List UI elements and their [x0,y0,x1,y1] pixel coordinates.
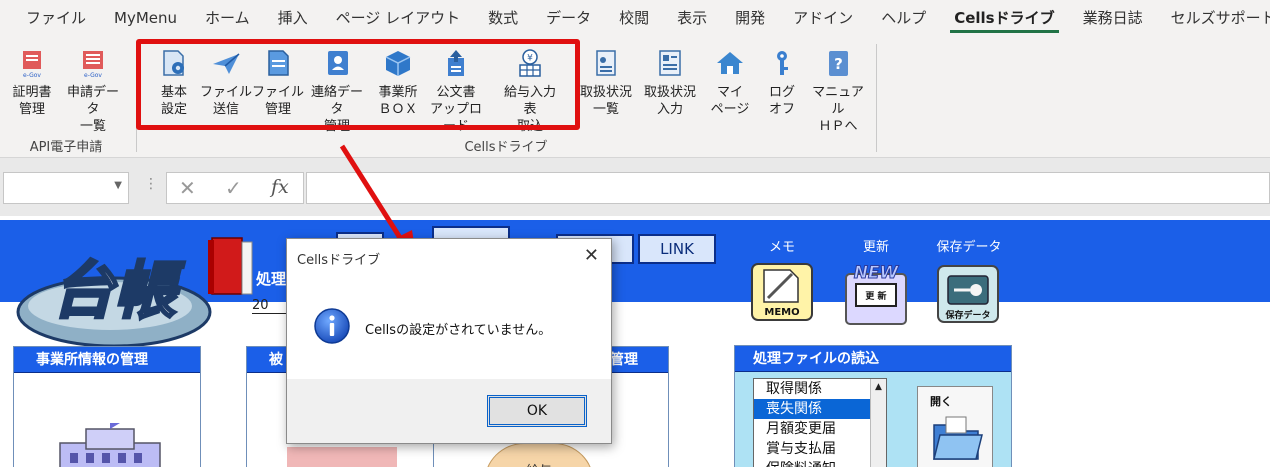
building-icon[interactable] [50,423,170,467]
fx-icon[interactable]: fx [271,176,289,198]
daicho-logo: 台帳 [16,253,212,348]
dialog-message: Cellsの設定がされていません。 [365,323,552,338]
open-label: 開く [930,395,952,408]
file-type-list[interactable]: 取得関係喪失関係月額変更届賞与支払届保険料通知 ▲ [753,378,887,467]
ribbon-button-label: 取扱状況 入力 [643,85,696,117]
svg-text:e-Gov: e-Gov [23,72,41,78]
manual-icon: ? [829,51,848,76]
tab-12[interactable]: Cellsドライブ [940,0,1068,36]
status-input-icon [659,50,681,76]
dialog-footer: OK [287,379,611,443]
svg-text:e-Gov: e-Gov [84,72,102,78]
egov-certificate-icon: e-Gov [23,51,41,78]
list-item[interactable]: 喪失関係 [754,399,886,419]
status-list-icon [596,50,616,76]
ribbon-tabs: ファイル MyMenu ホーム 挿入 ページ レイアウト 数式 データ 校閲 表示 開発 アドインヘ… [0,0,1270,36]
memo-icon[interactable]: MEMO [750,260,814,324]
tab-4[interactable]: ページ レイアウト [322,0,474,36]
ribbon-button-label: 申請データ 一覧 [66,85,119,134]
tab-11[interactable]: ヘルプ [867,0,940,36]
ribbon-button-api-1[interactable]: e-Gov 申請データ 一覧 [61,44,125,134]
shori-label: 処理 [256,270,287,288]
tab-3[interactable]: 挿入 [264,0,322,36]
tab-0[interactable]: ファイル [12,0,100,36]
tab-14[interactable]: セルズサポート [1157,0,1270,36]
svg-text:更 新: 更 新 [865,290,886,302]
svg-text:?: ? [834,55,843,73]
open-button[interactable]: 開く [917,386,993,467]
ok-button[interactable]: OK [487,395,587,427]
tab-13[interactable]: 業務日誌 [1069,0,1157,36]
update-icon[interactable]: NEW 更 新 [842,260,910,326]
group-label-api: API電子申請 [29,140,103,155]
list-item[interactable]: 賞与支払届 [754,439,886,459]
panel-title: 処理ファイルの読込 [735,346,1011,372]
info-icon [314,308,350,344]
book-icon [208,237,253,295]
tab-9[interactable]: 開発 [721,0,779,36]
worksheet: 台帳 処理 20 LINK メモ MEMO 更新 NEW 更 新 保存データ 保… [0,216,1270,467]
group-label-cells: Cellsドライブ [464,140,548,155]
cancel-icon[interactable]: ✕ [179,176,196,200]
save-caption: 保存データ [936,240,1002,255]
red-highlight-box [136,39,580,130]
ribbon-button-cells-8[interactable]: 取扱状況 入力 [638,44,702,128]
tab-10[interactable]: アドイン [779,0,867,36]
formula-bar-grip: ⋮ [144,176,158,192]
file-load-panel: 処理ファイルの読込 取得関係喪失関係月額変更届賞与支払届保険料通知 ▲ 開く [734,345,1012,467]
ribbon-button-api-0[interactable]: e-Gov 証明書 管理 [0,44,64,128]
enter-icon[interactable]: ✓ [225,176,242,200]
logo-text: 台帳 [52,254,185,327]
svg-text:MEMO: MEMO [764,307,799,318]
message-dialog: Cellsドライブ ✕ Cellsの設定がされていません。 OK [286,238,612,444]
egov-list-icon: e-Gov [83,51,103,78]
ribbon-button-label: 証明書 管理 [12,85,52,117]
ribbon-button-cells-11[interactable]: ? マニュアル ＨＰへ [806,44,870,134]
formula-input[interactable] [306,172,1270,204]
formula-bar: ▼ ⋮ ✕ ✓ fx [0,158,1270,216]
svg-text:保存データ: 保存データ [944,309,990,321]
formula-buttons: ✕ ✓ fx [166,172,304,204]
tab-6[interactable]: データ [532,0,605,36]
ribbon-button-cells-10[interactable]: ログ オフ [750,44,814,128]
close-icon[interactable]: ✕ [584,245,599,266]
salary-icon[interactable]: 給与 [484,443,594,467]
list-item[interactable]: 取得関係 [754,379,886,399]
office-info-panel: 事業所情報の管理 [13,346,201,467]
ribbon-button-label: マニュアル ＨＰへ [812,85,864,134]
home-icon [717,52,743,74]
memo-caption: メモ [768,240,795,255]
list-item[interactable]: 月額変更届 [754,419,886,439]
list-scrollbar[interactable]: ▲ [870,379,886,467]
tab-5[interactable]: 数式 [474,0,532,36]
svg-text:NEW: NEW [854,263,900,283]
ribbon-button-label: 取扱状況 一覧 [579,85,632,117]
chevron-down-icon[interactable]: ▼ [114,180,122,191]
dialog-title: Cellsドライブ [297,253,381,268]
folder-open-icon [933,416,983,460]
group-separator [876,44,877,152]
ribbon-button-label: ログ オフ [768,85,795,117]
link-button[interactable]: LINK [638,234,716,264]
tab-7[interactable]: 校閲 [605,0,663,36]
insured-icon[interactable] [287,447,397,467]
name-box[interactable]: ▼ [3,172,129,204]
save-data-icon[interactable]: 保存データ [934,260,1002,326]
tab-8[interactable]: 表示 [663,0,721,36]
panel-title: 事業所情報の管理 [14,347,200,373]
scroll-up-icon[interactable]: ▲ [871,382,886,392]
list-item[interactable]: 保険料通知 [754,459,886,467]
tab-1[interactable]: MyMenu [100,0,191,36]
tab-2[interactable]: ホーム [191,0,264,36]
key-icon [777,51,788,75]
ribbon-button-cells-7[interactable]: 取扱状況 一覧 [574,44,638,128]
update-caption: 更新 [862,240,889,255]
